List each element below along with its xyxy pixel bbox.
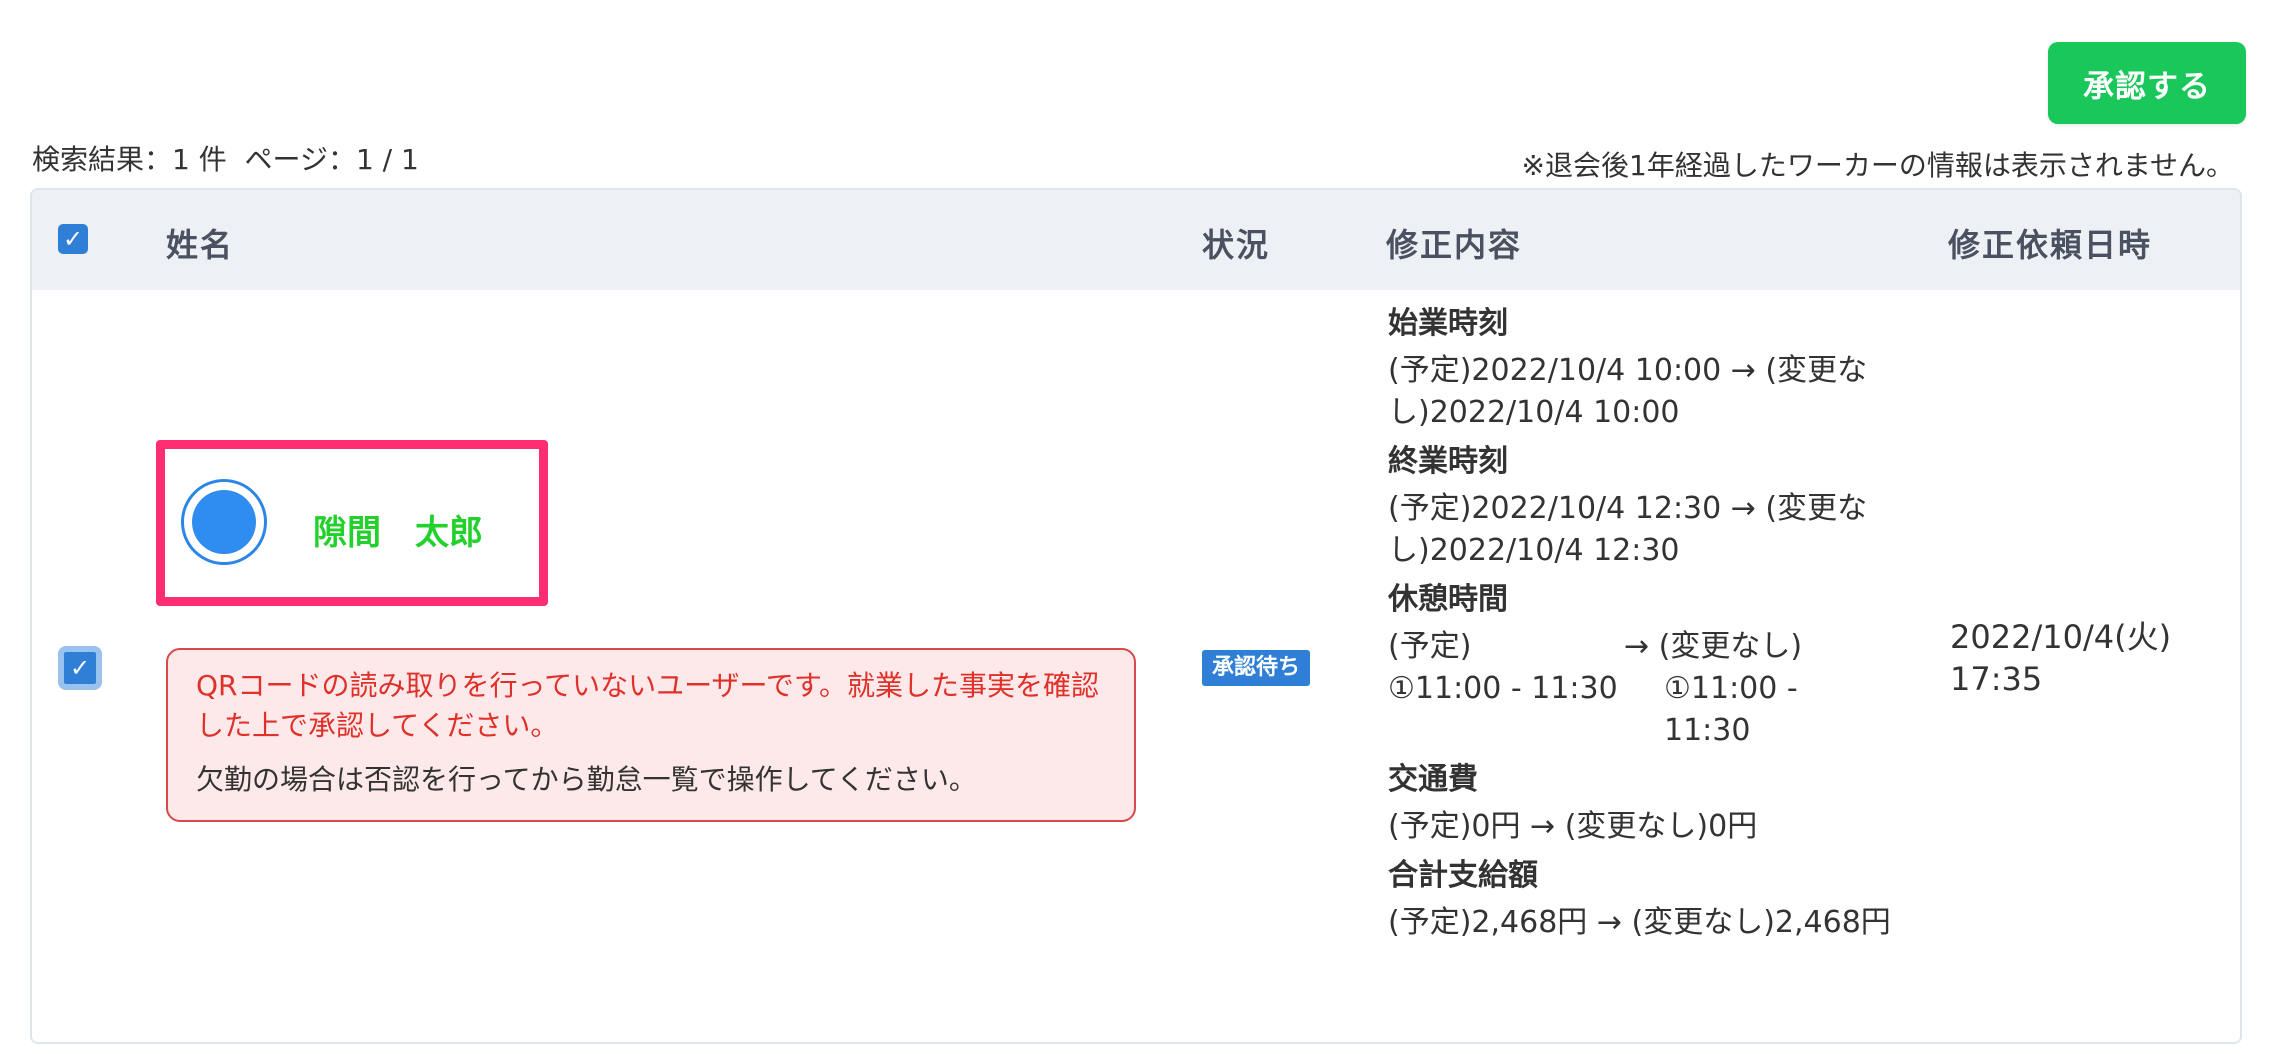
change-label: 合計支給額 — [1388, 858, 1538, 893]
qr-warning-alert: QRコードの読み取りを行っていないユーザーです。就業した事実を確認した上で承認し… — [166, 648, 1136, 822]
break-grid: (予定) ①11:00 - 11:30 → (変更なし) ①11:00 - 11… — [1388, 626, 1928, 752]
change-start: 始業時刻 (予定)2022/10/4 10:00 → (変更なし)2022/10… — [1388, 304, 1928, 434]
break-planned-value: ①11:00 - 11:30 — [1388, 671, 1618, 706]
check-icon: ✓ — [62, 225, 84, 253]
header-requested-at[interactable]: 修正依頼日時 — [1948, 220, 2152, 266]
break-changed-prefix: → (変更なし) — [1624, 629, 1803, 664]
row-checkbox[interactable]: ✓ — [58, 646, 102, 690]
change-value: (予定)2,468円 → (変更なし)2,468円 — [1388, 905, 1891, 940]
break-planned-prefix: (予定) — [1388, 629, 1472, 664]
avatar-circle-icon — [181, 479, 267, 565]
worker-highlight: 隙間 太郎 — [156, 440, 548, 606]
header-name: 姓名 — [166, 226, 235, 264]
change-total: 合計支給額 (予定)2,468円 → (変更なし)2,468円 — [1388, 856, 1928, 944]
request-datetime: 2022/10/4(火) 17:35 — [1950, 618, 2172, 698]
status-badge: 承認待ち — [1202, 650, 1311, 686]
break-planned: (予定) ①11:00 - 11:30 — [1388, 626, 1624, 752]
warning-sub-text: 欠勤の場合は否認を行ってから勤怠一覧で操作してください。 — [196, 763, 977, 796]
change-value: (予定)2022/10/4 12:30 → (変更なし)2022/10/4 12… — [1388, 491, 1868, 568]
table-header: ✓ 姓名 状況 修正内容 修正依頼日時 — [32, 190, 2240, 290]
approve-button[interactable]: 承認する — [2048, 42, 2246, 124]
change-value: (予定)0円 → (変更なし)0円 — [1388, 809, 1758, 844]
change-label: 交通費 — [1388, 762, 1478, 797]
break-changed-value: ①11:00 - 11:30 — [1664, 671, 1798, 748]
changes-list: 始業時刻 (予定)2022/10/4 10:00 → (変更なし)2022/10… — [1388, 304, 1928, 952]
break-changed: → (変更なし) ①11:00 - 11:30 — [1624, 626, 1884, 752]
select-all-checkbox[interactable]: ✓ — [58, 224, 88, 254]
change-label: 終業時刻 — [1388, 444, 1508, 479]
change-transport: 交通費 (予定)0円 → (変更なし)0円 — [1388, 760, 1928, 848]
change-label: 休憩時間 — [1388, 582, 1508, 617]
warning-main-text: QRコードの読み取りを行っていないユーザーです。就業した事実を確認した上で承認し… — [196, 669, 1100, 742]
retention-note: ※退会後1年経過したワーカーの情報は表示されません。 — [1521, 149, 2234, 182]
check-icon: ✓ — [69, 654, 91, 682]
change-label: 始業時刻 — [1388, 306, 1508, 341]
avatar — [192, 490, 256, 554]
header-changes: 修正内容 — [1386, 226, 1523, 264]
worker-name[interactable]: 隙間 太郎 — [313, 505, 483, 554]
change-break: 休憩時間 (予定) ①11:00 - 11:30 → (変更なし) ①11:00… — [1388, 580, 1928, 752]
search-result-summary: 検索結果：1 件 ページ：1 / 1 — [32, 143, 419, 176]
header-status: 状況 — [1202, 226, 1271, 264]
change-value: (予定)2022/10/4 10:00 → (変更なし)2022/10/4 10… — [1388, 353, 1868, 430]
correction-table: ✓ 姓名 状況 修正内容 修正依頼日時 ✓ 隙間 太郎 QRコードの読み取りを行… — [30, 188, 2242, 1044]
change-end: 終業時刻 (予定)2022/10/4 12:30 → (変更なし)2022/10… — [1388, 442, 1928, 572]
page: 承認する 検索結果：1 件 ページ：1 / 1 ※退会後1年経過したワーカーの情… — [0, 0, 2274, 1054]
